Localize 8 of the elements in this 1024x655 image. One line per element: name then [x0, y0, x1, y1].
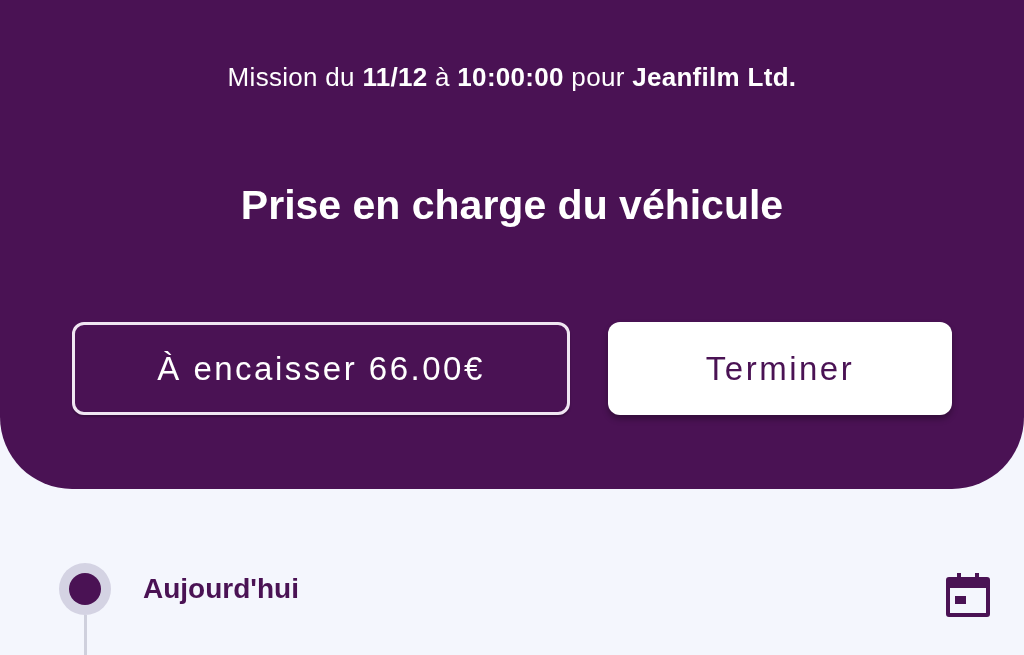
mission-info: Mission du 11/12 à 10:00:00 pour Jeanfilm Ltd.: [227, 61, 797, 94]
finish-button[interactable]: Terminer: [608, 322, 952, 415]
calendar-icon[interactable]: [946, 573, 990, 617]
timeline-connector: [83, 615, 87, 655]
timeline-dot-icon: [59, 563, 111, 615]
step-title: Prise en charge du véhicule: [240, 181, 784, 230]
amount-due-button[interactable]: À encaisser 66.00€: [72, 322, 570, 415]
timeline-date-label: Aujourd'hui: [143, 572, 299, 606]
